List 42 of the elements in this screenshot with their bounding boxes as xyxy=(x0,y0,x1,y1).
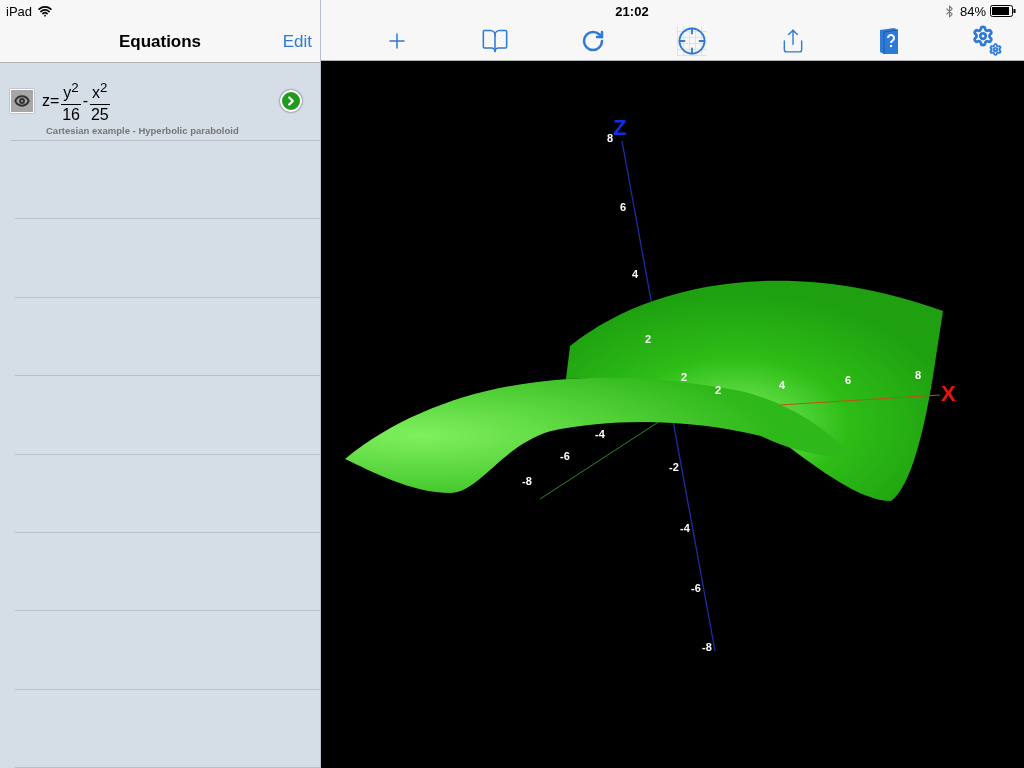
device-name: iPad xyxy=(6,3,33,19)
tick-label: 6 xyxy=(844,374,852,386)
tick-label: -6 xyxy=(560,450,570,462)
tick-label: 2 xyxy=(644,333,652,345)
visibility-toggle[interactable] xyxy=(10,88,34,113)
tick-label: -8 xyxy=(702,641,712,653)
fraction-numerator: y$^{2}$ xyxy=(61,76,81,106)
tick-label: 2 xyxy=(714,384,722,396)
edit-button[interactable]: Edit xyxy=(282,29,312,54)
equation-caption: Cartesian example - Hyperbolic paraboloid xyxy=(46,125,239,137)
sidebar-title: Equations xyxy=(118,31,202,52)
tick-label: 4 xyxy=(631,268,639,280)
clock: 21:02 xyxy=(615,3,649,19)
tick-label: -8 xyxy=(522,475,532,487)
tick-label: 4 xyxy=(778,379,786,391)
tick-label: 8 xyxy=(914,369,922,381)
grid-crosshair-button[interactable] xyxy=(677,26,708,56)
axis-label: X xyxy=(941,381,956,406)
gears-icon xyxy=(971,25,1002,57)
equation-row[interactable]: z= y$^{2}$ 16 - x$^{2}$ 25 Cartesian example - Hyperbolic paraboloid xyxy=(10,62,320,142)
tick-label: 6 xyxy=(619,201,627,213)
fraction-denominator: 16 xyxy=(62,105,80,126)
tick-label: -4 xyxy=(595,428,605,440)
help-book-button[interactable] xyxy=(877,27,900,55)
tick-label: -4 xyxy=(680,522,690,534)
battery-icon xyxy=(990,5,1016,17)
battery-percent: 84% xyxy=(959,3,986,19)
library-button[interactable] xyxy=(481,27,510,55)
wifi-icon xyxy=(38,4,53,18)
equation-operator: - xyxy=(82,91,89,110)
tick-label: -2 xyxy=(669,461,679,473)
equation-prefix: z= xyxy=(42,91,60,110)
fraction-denominator: 25 xyxy=(90,105,109,126)
tick-label: 2 xyxy=(680,371,688,383)
tick-label: 8 xyxy=(606,132,614,144)
eye-icon xyxy=(14,92,30,109)
fraction-numerator: x$^{2}$ xyxy=(90,76,110,106)
axis-label: Z xyxy=(613,115,627,140)
settings-button[interactable] xyxy=(971,25,1002,57)
detail-button[interactable] xyxy=(280,89,302,112)
tick-label: -6 xyxy=(691,582,701,594)
reset-button[interactable] xyxy=(581,29,606,53)
